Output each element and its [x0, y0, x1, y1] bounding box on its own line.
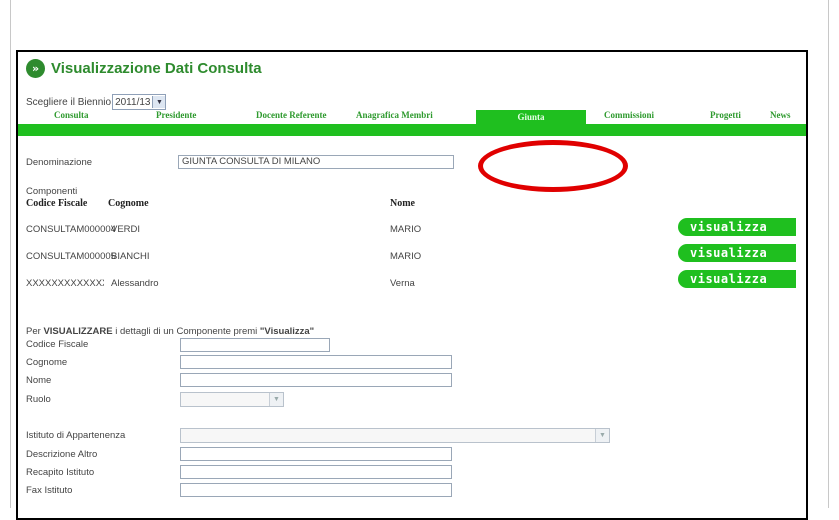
row-codice: CONSULTAM000005 — [26, 251, 116, 262]
istituto-label: Istituto di Appartenenza — [26, 430, 126, 441]
row-codice: CONSULTAM000004 — [26, 224, 116, 235]
chevron-down-icon[interactable]: ▼ — [595, 429, 609, 442]
ruolo-select[interactable]: ▼ — [180, 392, 284, 407]
column-cognome: Cognome — [108, 198, 149, 209]
row-cognome: BIANCHI — [111, 251, 150, 262]
fax-istituto-label: Fax Istituto — [26, 485, 73, 496]
biennio-selector: Scegliere il Biennio 2011/13 ▼ — [26, 94, 167, 110]
tab-giunta[interactable]: Giunta — [476, 110, 586, 124]
tab-news[interactable]: News — [770, 110, 791, 120]
tab-commissioni[interactable]: Commissioni — [604, 110, 654, 120]
hint-quote: "Visualizza" — [259, 326, 315, 337]
hint-prefix: Per — [26, 326, 41, 337]
row-cognome: VERDI — [111, 224, 141, 235]
chevron-down-icon[interactable]: ▼ — [152, 96, 166, 108]
denominazione-field[interactable]: GIUNTA CONSULTA DI MILANO — [178, 155, 454, 169]
column-codice-fiscale: Codice Fiscale — [26, 198, 88, 209]
codice-fiscale-label: Codice Fiscale — [26, 339, 89, 350]
chevron-down-icon[interactable]: ▼ — [269, 393, 283, 406]
biennio-label: Scegliere il Biennio — [26, 96, 112, 108]
main-panel: » Visualizzazione Dati Consulta Sceglier… — [16, 50, 808, 520]
tab-anagrafica-membri[interactable]: Anagrafica Membri — [356, 110, 468, 120]
fax-istituto-field[interactable] — [180, 483, 452, 497]
cognome-label: Cognome — [26, 357, 68, 368]
tab-presidente[interactable]: Presidente — [156, 110, 196, 120]
nome-field[interactable] — [180, 373, 452, 387]
row-nome: Verna — [390, 278, 415, 289]
tab-underline-band — [18, 124, 806, 136]
row-nome: MARIO — [390, 251, 422, 262]
cognome-field[interactable] — [180, 355, 452, 369]
istituto-select[interactable]: ▼ — [180, 428, 610, 443]
recapito-istituto-label: Recapito Istituto — [26, 467, 95, 478]
visualizza-button[interactable]: visualizza — [678, 270, 796, 288]
detail-hint: Per VISUALIZZARE i dettagli di un Compon… — [26, 326, 314, 337]
tab-progetti[interactable]: Progetti — [710, 110, 741, 120]
componenti-label: Componenti — [26, 186, 78, 197]
descrizione-altro-label: Descrizione Altro — [26, 449, 98, 460]
row-codice: XXXXXXXXXXXXXXXX — [26, 278, 104, 289]
biennio-value: 2011/13 — [115, 96, 151, 108]
codice-fiscale-field[interactable] — [180, 338, 330, 352]
ruolo-label: Ruolo — [26, 394, 51, 405]
hint-bold: VISUALIZZARE — [43, 326, 113, 337]
visualizza-button[interactable]: visualizza — [678, 244, 796, 262]
row-nome: MARIO — [390, 224, 422, 235]
biennio-select[interactable]: 2011/13 ▼ — [112, 94, 167, 110]
visualizza-button[interactable]: visualizza — [678, 218, 796, 236]
hint-mid: i dettagli di un Componente premi — [115, 326, 258, 337]
denominazione-label: Denominazione — [26, 157, 93, 168]
descrizione-altro-field[interactable] — [180, 447, 452, 461]
tab-consulta[interactable]: Consulta — [54, 110, 89, 120]
page-header: » Visualizzazione Dati Consulta — [26, 59, 262, 78]
double-chevron-right-icon: » — [26, 59, 45, 78]
nome-label: Nome — [26, 375, 52, 386]
row-cognome: Alessandro — [111, 278, 159, 289]
recapito-istituto-field[interactable] — [180, 465, 452, 479]
page-title: Visualizzazione Dati Consulta — [51, 60, 262, 77]
highlight-ellipse — [478, 140, 628, 192]
tab-docente-referente[interactable]: Docente Referente — [256, 110, 327, 120]
tab-bar: Consulta Presidente Docente Referente An… — [18, 110, 806, 124]
column-nome: Nome — [390, 198, 415, 209]
